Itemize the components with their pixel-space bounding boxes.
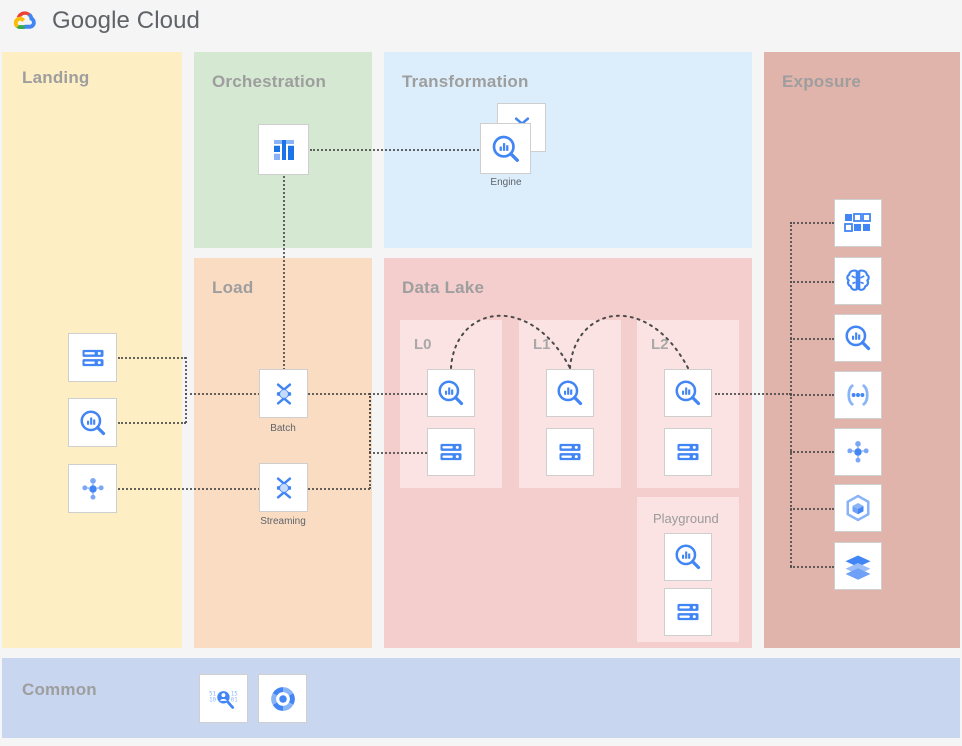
bigquery-icon bbox=[673, 542, 703, 572]
panel-common-title: Common bbox=[22, 680, 97, 699]
artifact-registry-icon bbox=[843, 493, 873, 523]
connector-composer-to-load bbox=[283, 176, 285, 370]
svg-text:10: 10 bbox=[209, 697, 216, 703]
connector-exposure-vertex bbox=[790, 281, 834, 283]
pubsub-icon bbox=[844, 438, 872, 466]
data-lake-layer-l0-title: L0 bbox=[414, 336, 432, 353]
engine-label: Engine bbox=[490, 177, 522, 188]
dataflow-icon bbox=[270, 474, 298, 502]
connector-batch-to-l0-bq bbox=[369, 393, 427, 395]
cloud-storage-icon bbox=[437, 438, 465, 466]
data-lake-l1-cloud-storage[interactable] bbox=[546, 428, 594, 476]
connector-streaming-bus bbox=[369, 393, 371, 489]
exposure-node-bigquery[interactable] bbox=[834, 314, 882, 362]
orchestration-node-cloud-composer[interactable] bbox=[258, 124, 309, 175]
connector-landing-bq bbox=[118, 422, 186, 424]
data-lake-layer-l2-title: L2 bbox=[651, 336, 669, 353]
cloud-storage-icon bbox=[674, 438, 702, 466]
landing-node-cloud-storage[interactable] bbox=[68, 333, 117, 382]
data-lake-l2-cloud-storage[interactable] bbox=[664, 428, 712, 476]
panel-exposure-title: Exposure bbox=[782, 72, 862, 91]
connector-composer-to-engine bbox=[310, 149, 483, 151]
bigquery-icon bbox=[843, 323, 873, 353]
connector-batch-to-l0-gcs bbox=[369, 452, 427, 454]
exposure-node-api-gateway[interactable] bbox=[834, 371, 882, 419]
data-catalog-icon bbox=[268, 684, 298, 714]
connector-landing-pubsub-to-streaming bbox=[118, 488, 260, 490]
diagram-canvas: Google Cloud Landing Orchestration Trans… bbox=[0, 0, 962, 746]
data-loss-prevention-icon: 51 10 15 01 bbox=[208, 685, 240, 713]
load-node-streaming-label: Streaming bbox=[260, 516, 306, 527]
bigquery-icon bbox=[490, 133, 522, 165]
pubsub-icon bbox=[79, 475, 107, 503]
bigquery-icon bbox=[555, 378, 585, 408]
load-node-streaming[interactable] bbox=[259, 463, 308, 512]
vertex-ai-icon bbox=[843, 267, 873, 295]
api-gateway-icon bbox=[843, 382, 873, 408]
exposure-node-pubsub[interactable] bbox=[834, 428, 882, 476]
connector-landing-bus bbox=[185, 357, 187, 423]
playground-bigquery[interactable] bbox=[664, 533, 712, 581]
transformation-node-engine[interactable]: Engine bbox=[480, 103, 546, 188]
landing-node-pubsub[interactable] bbox=[68, 464, 117, 513]
playground-cloud-storage[interactable] bbox=[664, 588, 712, 636]
panel-transformation-title: Transformation bbox=[402, 72, 529, 91]
connector-l2-to-exposure bbox=[715, 393, 791, 395]
exposure-node-artifact-registry[interactable] bbox=[834, 484, 882, 532]
bigquery-icon bbox=[673, 378, 703, 408]
common-node-data-catalog[interactable] bbox=[258, 674, 307, 723]
data-lake-l1-bigquery[interactable] bbox=[546, 369, 594, 417]
exposure-node-dataproc[interactable] bbox=[834, 542, 882, 590]
data-lake-layer-l1-title: L1 bbox=[533, 336, 551, 353]
connector-exposure-bigquery bbox=[790, 338, 834, 340]
connector-landing-to-batch bbox=[185, 393, 260, 395]
panel-load-title: Load bbox=[212, 278, 254, 297]
connector-exposure-pubsub bbox=[790, 451, 834, 453]
data-lake-l0-cloud-storage[interactable] bbox=[427, 428, 475, 476]
engine-front-card-bigquery bbox=[480, 123, 531, 174]
cloud-storage-icon bbox=[79, 344, 107, 372]
looker-icon bbox=[844, 211, 872, 235]
bigquery-icon bbox=[436, 378, 466, 408]
exposure-node-looker[interactable] bbox=[834, 199, 882, 247]
common-node-data-loss-prevention[interactable]: 51 10 15 01 bbox=[199, 674, 248, 723]
connector-exposure-artifact bbox=[790, 508, 834, 510]
load-node-batch-label: Batch bbox=[270, 423, 296, 434]
brand: Google Cloud bbox=[8, 6, 200, 36]
connector-exposure-looker bbox=[790, 222, 834, 224]
svg-text:01: 01 bbox=[230, 697, 237, 703]
google-cloud-logo-icon bbox=[8, 6, 42, 36]
landing-node-bigquery[interactable] bbox=[68, 398, 117, 447]
data-lake-l0-bigquery[interactable] bbox=[427, 369, 475, 417]
bigquery-icon bbox=[78, 408, 108, 438]
data-lake-l2-bigquery[interactable] bbox=[664, 369, 712, 417]
cloud-storage-icon bbox=[556, 438, 584, 466]
dataflow-icon bbox=[270, 380, 298, 408]
exposure-node-vertex-ai[interactable] bbox=[834, 257, 882, 305]
cloud-storage-icon bbox=[674, 598, 702, 626]
data-lake-playground-title: Playground bbox=[653, 511, 719, 526]
brand-title: Google Cloud bbox=[52, 7, 200, 34]
dataproc-icon bbox=[843, 552, 873, 580]
connector-streaming-out bbox=[308, 488, 370, 490]
connector-exposure-dataproc bbox=[790, 566, 834, 568]
connector-batch-out bbox=[308, 393, 370, 395]
load-node-batch[interactable] bbox=[259, 369, 308, 418]
connector-exposure-api bbox=[790, 394, 834, 396]
panel-orchestration-title: Orchestration bbox=[212, 72, 327, 91]
panel-landing-title: Landing bbox=[22, 68, 90, 87]
panel-data-lake-title: Data Lake bbox=[402, 278, 485, 297]
connector-landing-gcs bbox=[118, 357, 186, 359]
panel-common: Common bbox=[2, 658, 960, 738]
cloud-composer-icon bbox=[269, 135, 299, 165]
